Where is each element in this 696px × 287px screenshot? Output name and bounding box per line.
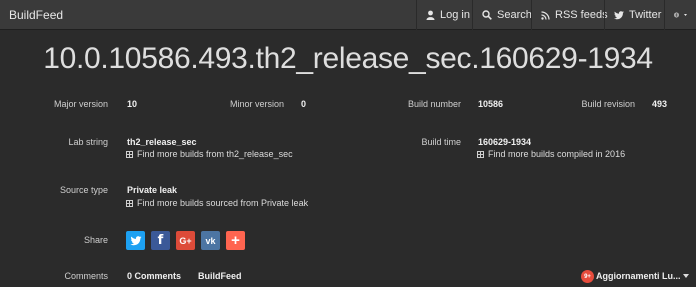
lab-string-link[interactable]: Find more builds from th2_release_sec bbox=[126, 149, 293, 159]
navbar: BuildFeed Log in Search RSS feeds Twitte… bbox=[0, 0, 696, 30]
caret-down-icon bbox=[684, 14, 687, 16]
minor-version-label: Minor version bbox=[229, 99, 284, 109]
lab-string-value: th2_release_sec bbox=[127, 137, 197, 147]
build-number-value: 10586 bbox=[478, 99, 504, 109]
build-time-link[interactable]: Find more builds compiled in 2016 bbox=[477, 149, 625, 159]
plus-square-icon bbox=[126, 150, 133, 158]
lab-string-label: Lab string bbox=[68, 137, 108, 147]
caret-down-icon[interactable] bbox=[683, 274, 689, 278]
facebook-share-button[interactable]: f bbox=[151, 231, 170, 250]
build-time-link-text: Find more builds compiled in 2016 bbox=[488, 149, 626, 159]
vk-icon: vk bbox=[205, 235, 216, 246]
comments-count[interactable]: 0 Comments bbox=[127, 271, 181, 281]
lab-string-link-text: Find more builds from th2_release_sec bbox=[137, 149, 293, 159]
googleplus-icon: G+ bbox=[179, 235, 192, 246]
build-revision-value: 493 bbox=[652, 99, 668, 109]
googleplus-share-button[interactable]: G+ bbox=[176, 231, 195, 250]
source-type-link[interactable]: Find more builds sourced from Private le… bbox=[126, 198, 308, 208]
nav-login[interactable]: Log in bbox=[416, 0, 479, 30]
nav-twitter[interactable]: Twitter bbox=[604, 0, 670, 30]
comments-site[interactable]: BuildFeed bbox=[198, 271, 242, 281]
nav-rss-label: RSS feeds bbox=[555, 9, 608, 21]
brand-logo[interactable]: BuildFeed bbox=[9, 8, 63, 22]
comments-label: Comments bbox=[64, 271, 108, 281]
facebook-icon: f bbox=[157, 233, 164, 248]
twitter-share-button[interactable] bbox=[126, 231, 145, 250]
twitter-icon bbox=[614, 10, 624, 19]
nav-language[interactable] bbox=[664, 0, 696, 30]
plus-square-icon bbox=[477, 150, 484, 158]
build-revision-label: Build revision bbox=[581, 99, 635, 109]
major-version-value: 10 bbox=[127, 99, 138, 109]
globe-icon bbox=[674, 12, 679, 18]
plus-square-icon bbox=[126, 199, 133, 207]
build-time-label: Build time bbox=[421, 137, 461, 147]
major-version-label: Major version bbox=[53, 99, 108, 109]
more-share-button[interactable]: + bbox=[226, 231, 245, 250]
share-label: Share bbox=[83, 235, 108, 245]
nav-login-label: Log in bbox=[440, 9, 470, 21]
nav-search-label: Search bbox=[497, 9, 532, 21]
search-icon bbox=[482, 10, 492, 20]
notification-badge[interactable]: 9+ bbox=[581, 270, 594, 283]
source-type-label: Source type bbox=[59, 185, 108, 195]
page-title: 10.0.10586.493.th2_release_sec.160629-19… bbox=[43, 42, 653, 75]
nav-twitter-label: Twitter bbox=[629, 9, 662, 21]
user-icon bbox=[426, 10, 435, 20]
minor-version-value: 0 bbox=[301, 99, 307, 109]
vk-share-button[interactable]: vk bbox=[201, 231, 220, 250]
twitter-icon bbox=[129, 235, 142, 245]
aggregator-link[interactable]: Aggiornamenti Lu... bbox=[596, 271, 681, 281]
build-number-label: Build number bbox=[407, 99, 461, 109]
source-type-value: Private leak bbox=[127, 185, 178, 195]
source-type-link-text: Find more builds sourced from Private le… bbox=[137, 198, 309, 208]
rss-icon bbox=[541, 10, 550, 20]
build-time-value: 160629-1934 bbox=[478, 137, 532, 147]
plus-icon: + bbox=[231, 232, 240, 249]
